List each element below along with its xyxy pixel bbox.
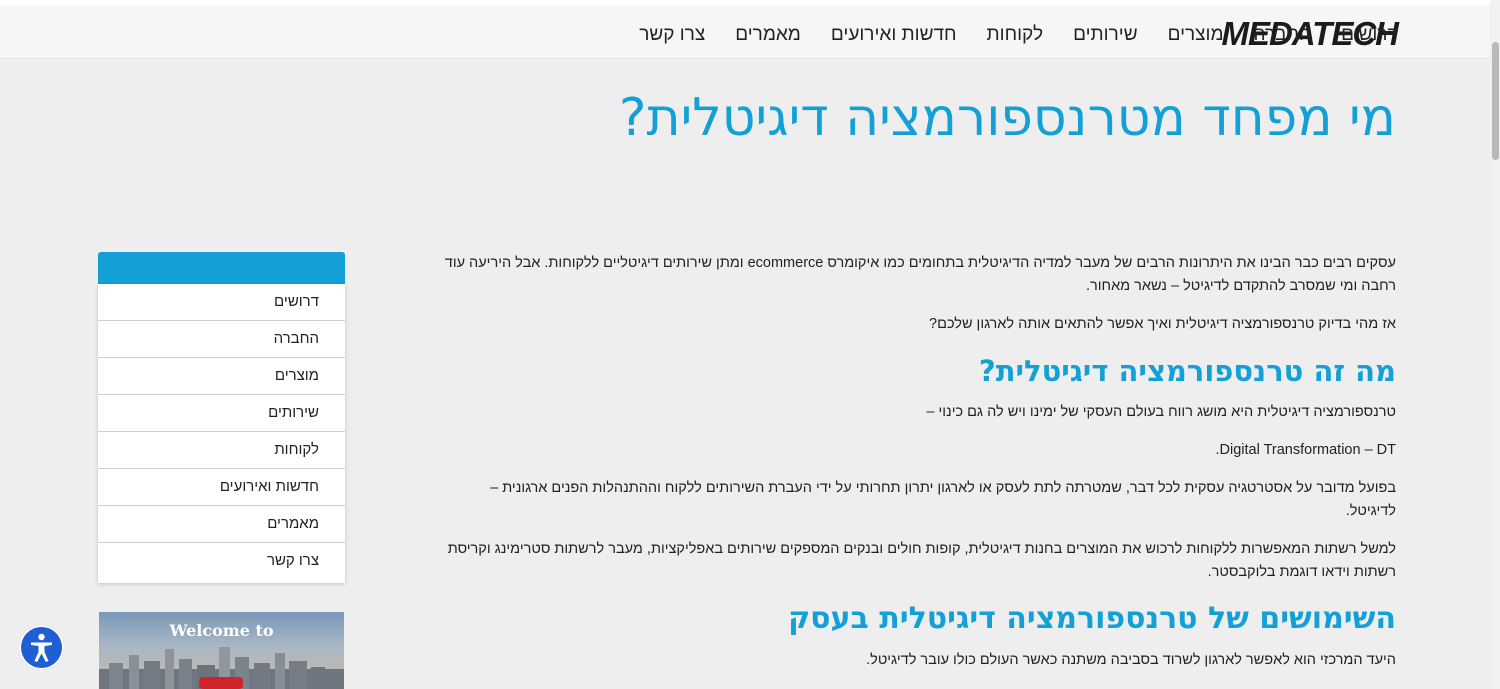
paragraph: בפועל מדובר על אסטרטגיה עסקית לכל דבר, ש… [490,480,1396,519]
sidebar-item-jobs[interactable]: דרושים [98,284,345,321]
nav-item-contact[interactable]: צרו קשר [639,10,705,60]
sidebar-item-services[interactable]: שירותים [98,395,345,432]
nav-item-jobs[interactable]: דרושים [1341,10,1398,60]
paragraph: למשל רשתות המאפשרות ללקוחות לרכוש את המו… [447,541,1396,580]
sidebar-item-products[interactable]: מוצרים [98,358,345,395]
sidebar: דרושים החברה מוצרים שירותים לקוחות חדשות… [98,252,345,583]
accessibility-icon [31,633,52,662]
paragraph: היעד המרכזי הוא לאפשר לארגון לשרוד בסביב… [866,652,1396,668]
nav-item-company[interactable]: החברה [1254,10,1312,60]
page-title: מי מפחד מטרנספורמציה דיגיטלית? [618,88,1396,148]
scrollbar-thumb[interactable] [1492,42,1499,160]
scrollbar[interactable] [1490,0,1500,689]
sidebar-item-news[interactable]: חדשות ואירועים [98,469,345,506]
nav-item-products[interactable]: מוצרים [1168,10,1224,60]
paragraph: עסקים רבים כבר הבינו את היתרונות הרבים ש… [444,255,1396,294]
city-skyline-image [99,647,344,689]
sidebar-item-clients[interactable]: לקוחות [98,432,345,469]
nav-item-articles[interactable]: מאמרים [735,10,801,60]
section-heading: מה זה טרנספורמציה דיגיטלית? [978,354,1396,388]
paragraph: טרנספורמציה דיגיטלית היא מושג רווח בעולם… [926,404,1396,420]
sidebar-item-company[interactable]: החברה [98,321,345,358]
promo-text: Welcome to [169,621,274,640]
sidebar-menu: דרושים החברה מוצרים שירותים לקוחות חדשות… [98,284,345,583]
sidebar-item-contact[interactable]: צרו קשר [98,543,345,583]
paragraph: אז מהי בדיוק טרנספורמציה דיגיטלית ואיך א… [929,316,1396,332]
accessibility-button[interactable] [19,625,64,670]
nav-item-services[interactable]: שירותים [1073,10,1137,60]
nav-item-clients[interactable]: לקוחות [987,10,1044,60]
main-nav: דרושים החברה מוצרים שירותים לקוחות חדשות… [639,10,1398,60]
nav-item-news[interactable]: חדשות ואירועים [831,10,957,60]
paragraph: Digital Transformation – DT. [1215,442,1396,458]
sidebar-header-bar [98,252,345,284]
section-heading: השימושים של טרנספורמציה דיגיטלית בעסק [788,601,1396,636]
promo-banner[interactable]: Welcome to [99,612,344,689]
article-content: עסקים רבים כבר הבינו את היתרונות הרבים ש… [440,252,1396,687]
site-header: MEDATECH דרושים החברה מוצרים שירותים לקו… [0,5,1500,59]
sidebar-item-articles[interactable]: מאמרים [98,506,345,543]
